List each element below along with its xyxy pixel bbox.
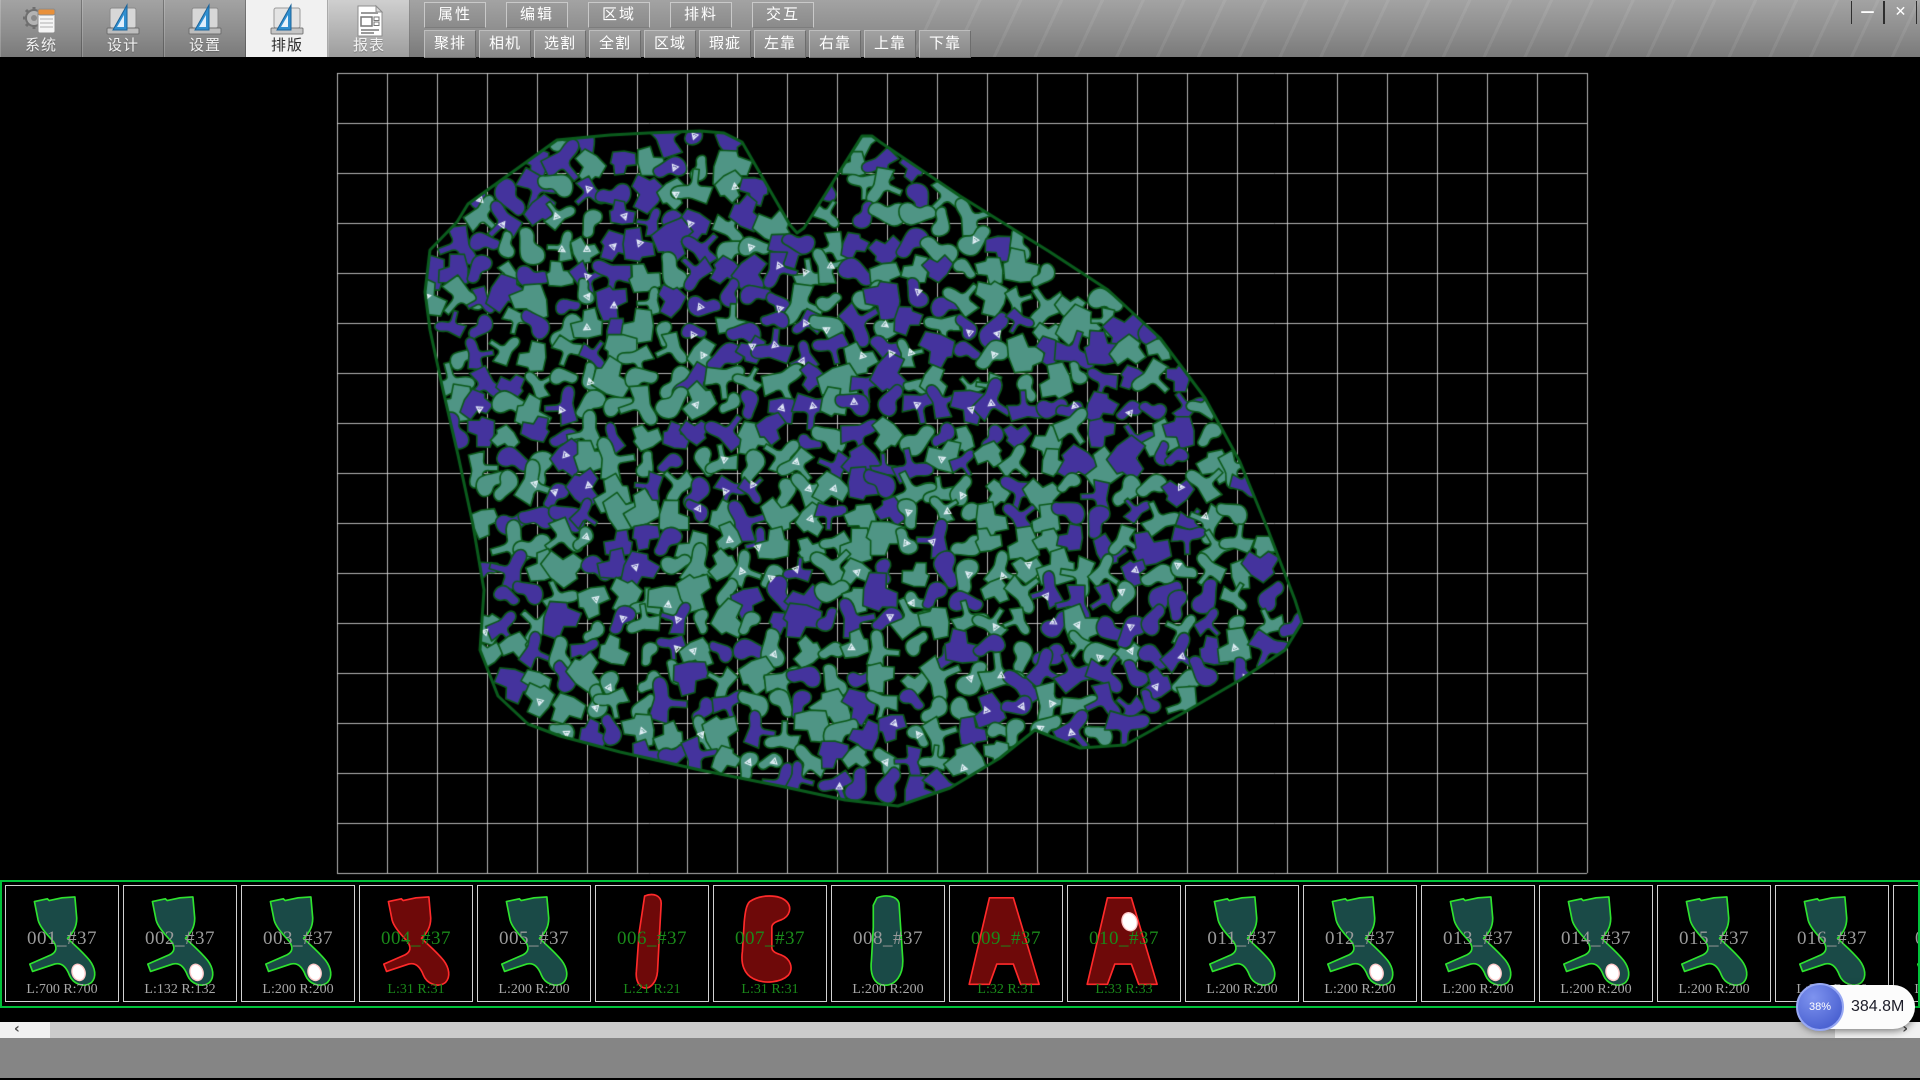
memory-amount: 384.8M — [1851, 985, 1904, 1029]
piece-label: 011_#37 — [1186, 928, 1298, 950]
piece-label: 004_#37 — [360, 928, 472, 950]
thumbnail-cell[interactable]: 007_#37 L:31 R:31 — [713, 885, 827, 1002]
thumbnail-cell[interactable]: 012_#37 L:200 R:200 — [1303, 885, 1417, 1002]
module-button-nesting-active[interactable]: 排版 — [246, 0, 328, 57]
piece-lr-count: L:132 R:132 — [124, 982, 236, 998]
piece-lr-count: L:200 R:200 — [1422, 982, 1534, 998]
piece-lr-count: L:31 R:31 — [714, 982, 826, 998]
piece-lr-count: L:200 R:200 — [1186, 982, 1298, 998]
piece-label: 016_#37 — [1776, 928, 1888, 950]
piece-lr-count: L:200 R:200 — [478, 982, 590, 998]
nesting-canvas[interactable] — [0, 57, 1920, 880]
thumbnail-cell[interactable]: 004_#37 L:31 R:31 — [359, 885, 473, 1002]
piece-lr-count: L:200 R:200 — [832, 982, 944, 998]
tool-button-region[interactable]: 区域 — [644, 30, 696, 58]
piece-label: 005_#37 — [478, 928, 590, 950]
piece-lr-count: L:700 R:700 — [6, 982, 118, 998]
thumbnail-cell[interactable]: 001_#37 L:700 R:700 — [5, 885, 119, 1002]
piece-lr-count: L:200 R:200 — [1658, 982, 1770, 998]
piece-label: 006_#37 — [596, 928, 708, 950]
menu-button-interaction[interactable]: 交互 — [752, 2, 814, 28]
piece-lr-count: L:200 R:200 — [242, 982, 354, 998]
horizontal-scrollbar[interactable]: ‹ › — [0, 1022, 1920, 1038]
thumbnail-cell[interactable]: 011_#37 L:200 R:200 — [1185, 885, 1299, 1002]
piece-lr-count: L:32 R:31 — [950, 982, 1062, 998]
tool-button-snap-top[interactable]: 上靠 — [864, 30, 916, 58]
memory-status-pill: 38% 384.8M — [1797, 985, 1915, 1029]
menu-button-edit[interactable]: 编辑 — [506, 2, 568, 28]
thumbnail-cell[interactable]: 013_#37 L:200 R:200 — [1421, 885, 1535, 1002]
thumbnail-cell[interactable]: 010_#37 L:33 R:33 — [1067, 885, 1181, 1002]
module-label: 报表 — [329, 34, 409, 55]
top-toolbar: 系统 设计 — [0, 0, 1920, 57]
piece-label: 012_#37 — [1304, 928, 1416, 950]
piece-label: 003_#37 — [242, 928, 354, 950]
module-label: 排版 — [247, 34, 327, 55]
memory-percent: 38% — [1809, 1001, 1831, 1013]
thumbnail-cell[interactable]: 006_#37 L:21 R:21 — [595, 885, 709, 1002]
menu-button-region[interactable]: 区域 — [588, 2, 650, 28]
thumbnail-cell[interactable]: 005_#37 L:200 R:200 — [477, 885, 591, 1002]
piece-label: 002_#37 — [124, 928, 236, 950]
tool-button-camera[interactable]: 相机 — [479, 30, 531, 58]
thumbnail-cell[interactable]: 002_#37 L:132 R:132 — [123, 885, 237, 1002]
memory-percent-badge: 38% — [1796, 983, 1844, 1031]
piece-label: 010_#37 — [1068, 928, 1180, 950]
piece-lr-count: L:21 R:21 — [596, 982, 708, 998]
piece-lr-count: L:200 R:200 — [1304, 982, 1416, 998]
piece-label: 014_#37 — [1540, 928, 1652, 950]
scroll-left-arrow-icon[interactable]: ‹ — [0, 1022, 50, 1038]
piece-label: 013_#37 — [1422, 928, 1534, 950]
piece-label: 017_#37 — [1894, 928, 1920, 950]
tool-button-snap-left[interactable]: 左靠 — [754, 30, 806, 58]
module-label: 系统 — [1, 34, 81, 55]
menu-button-properties[interactable]: 属性 — [424, 2, 486, 28]
thumbnail-cell[interactable]: 014_#37 L:200 R:200 — [1539, 885, 1653, 1002]
menu-row: 属性 编辑 区域 排料 交互 — [424, 2, 814, 28]
status-footer — [0, 1038, 1920, 1078]
tool-button-select-cut[interactable]: 选割 — [534, 30, 586, 58]
module-button-design[interactable]: 设计 — [82, 0, 164, 57]
piece-thumbnail-strip: 001_#37 L:700 R:700 002_#37 L:132 R:132 … — [0, 880, 1920, 1008]
piece-label: 009_#37 — [950, 928, 1062, 950]
piece-lr-count: L:31 R:31 — [360, 982, 472, 998]
thumbnail-cell[interactable]: 008_#37 L:200 R:200 — [831, 885, 945, 1002]
module-label: 设置 — [165, 34, 245, 55]
piece-label: 015_#37 — [1658, 928, 1770, 950]
piece-label: 008_#37 — [832, 928, 944, 950]
piece-label: 007_#37 — [714, 928, 826, 950]
module-button-system[interactable]: 系统 — [0, 0, 82, 57]
tool-row: 聚排 相机 选割 全割 区域 瑕疵 左靠 右靠 上靠 下靠 — [424, 30, 971, 58]
module-label: 设计 — [83, 34, 163, 55]
thumbnail-cell[interactable]: 003_#37 L:200 R:200 — [241, 885, 355, 1002]
close-button[interactable]: ✕ — [1884, 1, 1917, 24]
tool-button-cluster[interactable]: 聚排 — [424, 30, 476, 58]
tool-button-defect[interactable]: 瑕疵 — [699, 30, 751, 58]
tool-button-snap-right[interactable]: 右靠 — [809, 30, 861, 58]
tool-button-cut-all[interactable]: 全割 — [589, 30, 641, 58]
piece-label: 001_#37 — [6, 928, 118, 950]
module-button-settings[interactable]: 设置 — [164, 0, 246, 57]
minimize-button[interactable]: — — [1851, 1, 1884, 24]
piece-lr-count: L:200 R:200 — [1540, 982, 1652, 998]
module-button-bar: 系统 设计 — [0, 0, 410, 57]
thumbnail-cell[interactable]: 015_#37 L:200 R:200 — [1657, 885, 1771, 1002]
tool-button-snap-bottom[interactable]: 下靠 — [919, 30, 971, 58]
menu-button-nesting[interactable]: 排料 — [670, 2, 732, 28]
window-controls: — ✕ — [1851, 1, 1917, 24]
piece-lr-count: L:33 R:33 — [1068, 982, 1180, 998]
module-button-report[interactable]: 报表 — [328, 0, 410, 57]
thumbnail-cell[interactable]: 009_#37 L:32 R:31 — [949, 885, 1063, 1002]
application-window: 系统 设计 — [0, 0, 1920, 1080]
